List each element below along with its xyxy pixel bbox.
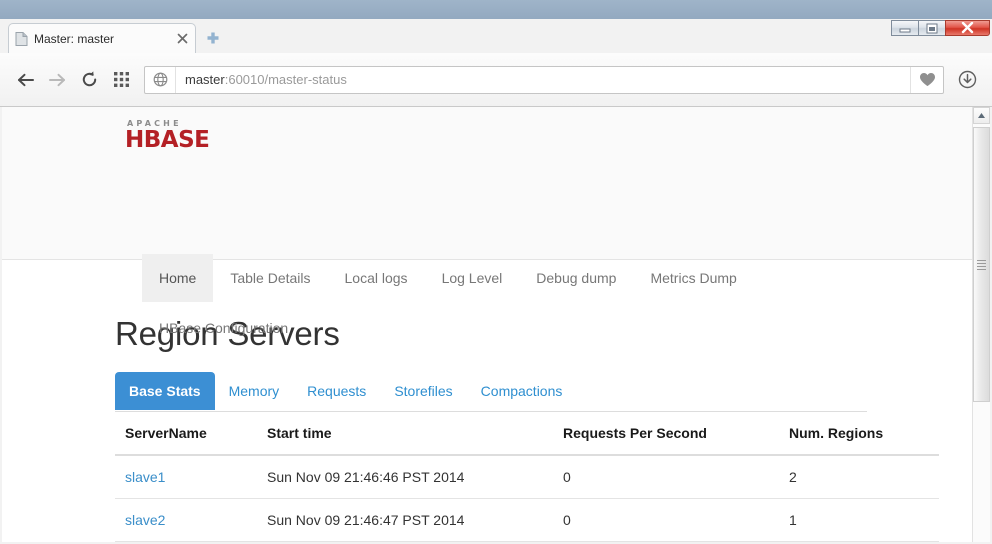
page-scrollbar[interactable] xyxy=(972,107,990,542)
hbase-master-status-page: APACHE HBASE Home Table Details Local lo… xyxy=(2,107,974,542)
url-host: master xyxy=(185,72,225,87)
nav-item-log-level[interactable]: Log Level xyxy=(425,254,520,302)
grid-icon xyxy=(113,72,129,87)
nav-item-metrics-dump[interactable]: Metrics Dump xyxy=(633,254,753,302)
new-tab-button[interactable] xyxy=(204,29,222,47)
column-header-num-regions[interactable]: Num. Regions xyxy=(779,412,939,456)
cell-total-num-regions: 3 xyxy=(779,541,939,542)
minimize-icon xyxy=(899,28,911,32)
stash-button[interactable] xyxy=(910,66,943,93)
column-header-requests-per-second[interactable]: Requests Per Second xyxy=(553,412,779,456)
cell-servername: slave2 xyxy=(115,498,257,542)
cell-requests-per-second: 0 xyxy=(553,498,779,542)
hbase-logo-hbase-text: HBASE xyxy=(125,127,210,153)
tab-close-button[interactable] xyxy=(175,32,189,46)
cell-servername: slave1 xyxy=(115,454,257,499)
address-bar[interactable]: master:60010/master-status xyxy=(144,65,944,94)
hbase-navbar: APACHE HBASE Home Table Details Local lo… xyxy=(2,107,974,336)
cell-num-regions: 2 xyxy=(779,454,939,499)
cell-total-requests-per-second: 0 xyxy=(553,541,779,542)
screen: Opera xyxy=(0,0,992,544)
maximize-icon xyxy=(926,23,938,33)
tab-storefiles[interactable]: Storefiles xyxy=(380,372,466,410)
reload-icon xyxy=(82,71,96,87)
minimize-button[interactable] xyxy=(891,20,919,36)
cell-start-time: Sun Nov 09 21:46:47 PST 2014 xyxy=(257,498,553,542)
nav-item-local-logs[interactable]: Local logs xyxy=(328,254,425,302)
tab-compactions[interactable]: Compactions xyxy=(467,372,577,410)
hbase-nav-row-1: Home Table Details Local logs Log Level … xyxy=(142,254,754,302)
downloads-button[interactable] xyxy=(952,65,982,95)
arrow-left-icon xyxy=(17,73,34,86)
tab-base-stats[interactable]: Base Stats xyxy=(115,372,215,410)
back-button[interactable] xyxy=(10,65,40,95)
close-button[interactable] xyxy=(945,20,990,36)
grip-lines-icon xyxy=(977,258,986,272)
server-link-slave1[interactable]: slave1 xyxy=(125,469,165,485)
cell-start-time: Sun Nov 09 21:46:46 PST 2014 xyxy=(257,454,553,499)
page-container: Region Servers Base Stats Memory Request… xyxy=(2,260,974,542)
table-total-row: Total:2 0 3 xyxy=(115,541,939,542)
plus-icon xyxy=(207,32,219,44)
server-link-slave2[interactable]: slave2 xyxy=(125,512,165,528)
download-circle-icon xyxy=(958,70,976,89)
nav-item-home[interactable]: Home xyxy=(142,254,214,302)
tab-memory[interactable]: Memory xyxy=(215,372,294,410)
table-row: slave1 Sun Nov 09 21:46:46 PST 2014 0 2 xyxy=(115,454,939,499)
table-body: slave1 Sun Nov 09 21:46:46 PST 2014 0 2 … xyxy=(115,454,939,542)
globe-icon xyxy=(145,66,176,93)
hbase-nav-row-2: HBase Configuration xyxy=(142,304,305,352)
caret-up-icon xyxy=(978,113,985,118)
browser-window: Master: master master:60010/master-statu… xyxy=(0,0,992,544)
scrollbar-thumb[interactable] xyxy=(973,127,990,402)
cell-total-label: Total:2 xyxy=(115,541,257,542)
close-icon xyxy=(961,22,974,34)
table-header-row: ServerName Start time Requests Per Secon… xyxy=(115,412,939,456)
heart-icon xyxy=(919,73,935,86)
cell-total-start-time xyxy=(257,541,553,542)
scrollbar-up-button[interactable] xyxy=(973,107,990,124)
page-icon xyxy=(15,31,28,46)
url-path: :60010/master-status xyxy=(224,72,347,87)
browser-tab-master[interactable]: Master: master xyxy=(8,23,196,53)
hbase-logo[interactable]: APACHE HBASE xyxy=(125,119,225,153)
window-controls xyxy=(891,20,990,36)
table-row: slave2 Sun Nov 09 21:46:47 PST 2014 0 1 xyxy=(115,498,939,542)
window-titlebar[interactable] xyxy=(0,0,992,19)
nav-item-table-details[interactable]: Table Details xyxy=(213,254,327,302)
table-head: ServerName Start time Requests Per Secon… xyxy=(115,412,939,456)
column-header-servername[interactable]: ServerName xyxy=(115,412,257,456)
close-icon xyxy=(177,33,187,44)
tab-requests[interactable]: Requests xyxy=(293,372,380,410)
arrow-right-icon xyxy=(48,73,65,86)
maximize-button[interactable] xyxy=(918,20,946,36)
nav-item-debug-dump[interactable]: Debug dump xyxy=(519,254,633,302)
speed-dial-button[interactable] xyxy=(106,65,136,95)
tab-title: Master: master xyxy=(34,31,115,46)
tab-strip: Master: master xyxy=(0,19,992,53)
browser-toolbar: master:60010/master-status xyxy=(0,53,992,107)
page-viewport: APACHE HBASE Home Table Details Local lo… xyxy=(2,107,974,542)
cell-num-regions: 1 xyxy=(779,498,939,542)
forward-button[interactable] xyxy=(42,65,72,95)
address-input[interactable]: master:60010/master-status xyxy=(176,72,910,87)
region-servers-tablist: Base Stats Memory Requests Storefiles Co… xyxy=(115,372,867,412)
reload-button[interactable] xyxy=(74,65,104,95)
column-header-start-time[interactable]: Start time xyxy=(257,412,553,456)
region-servers-table: ServerName Start time Requests Per Secon… xyxy=(115,412,939,542)
cell-requests-per-second: 0 xyxy=(553,454,779,499)
nav-item-hbase-configuration[interactable]: HBase Configuration xyxy=(142,304,305,352)
